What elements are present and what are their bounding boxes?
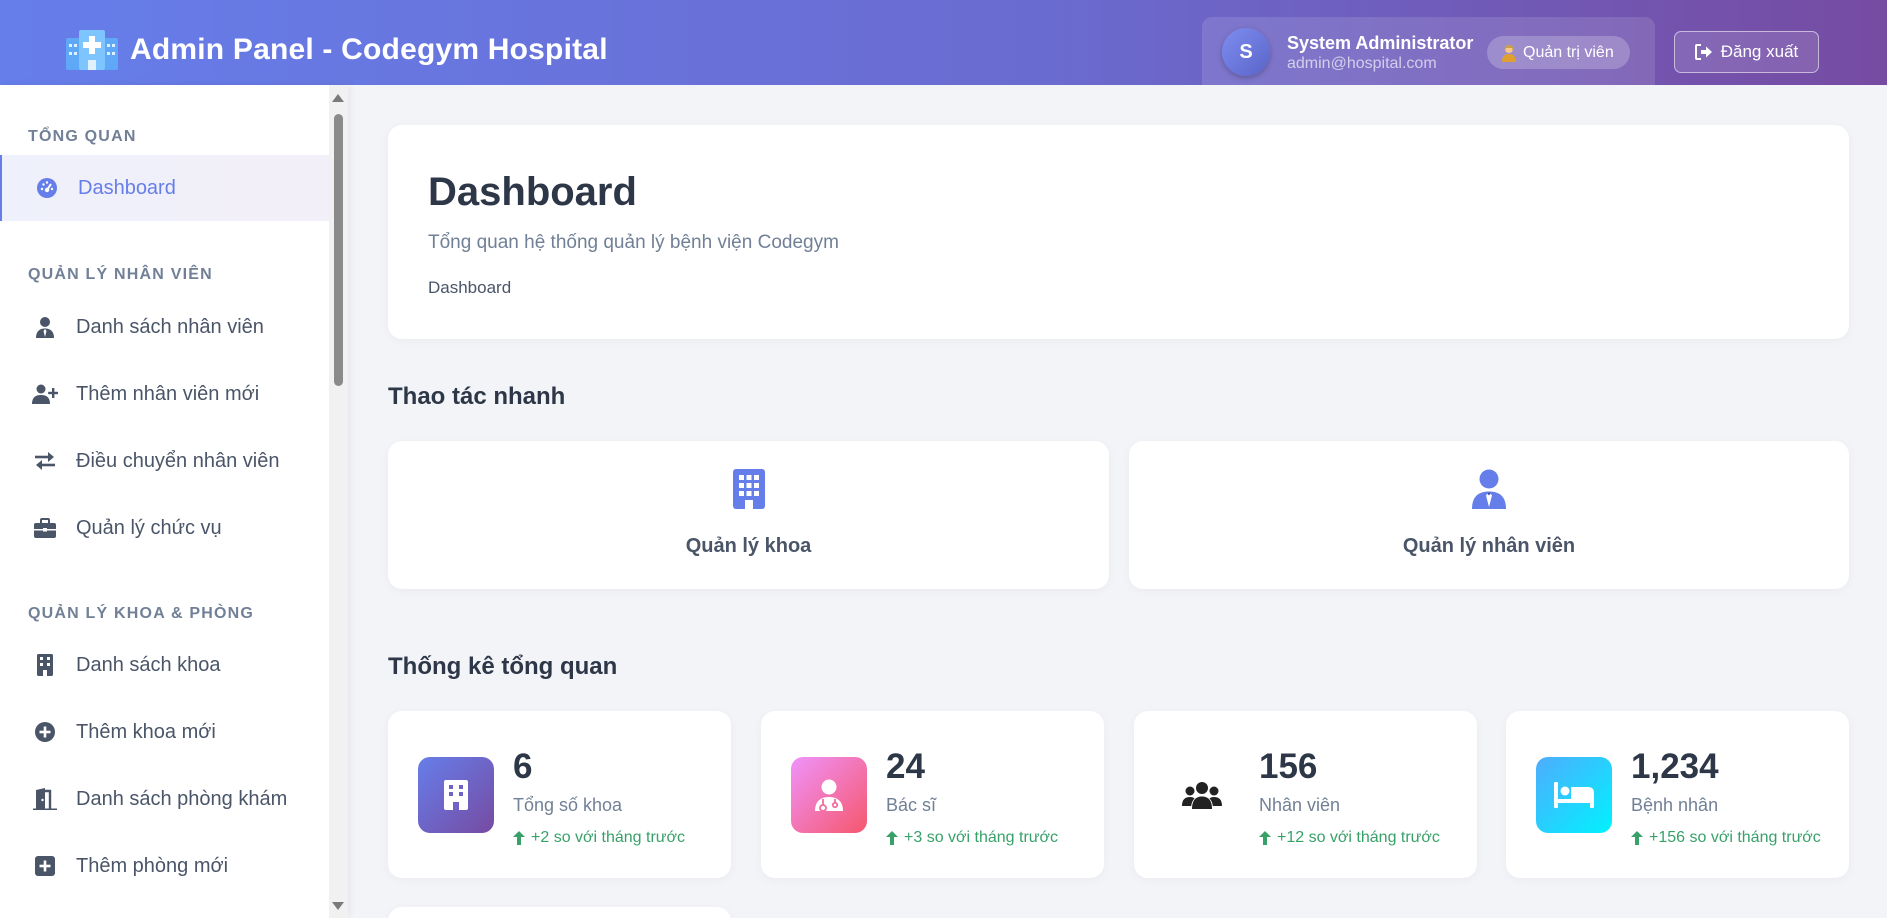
stats-title: Thống kê tổng quan bbox=[388, 653, 618, 680]
sidebar-item-department-list[interactable]: Danh sách khoa bbox=[0, 632, 329, 698]
user-profile[interactable]: S System Administrator admin@hospital.co… bbox=[1202, 17, 1655, 85]
stat-value: 156 bbox=[1259, 747, 1318, 786]
sidebar-item-label: Danh sách khoa bbox=[76, 653, 221, 676]
admin-user-icon bbox=[1502, 44, 1516, 62]
role-badge: Quản trị viên bbox=[1487, 36, 1630, 69]
user-doctor-icon bbox=[791, 757, 867, 833]
sidebar-item-add-room[interactable]: Thêm phòng mới bbox=[0, 833, 329, 899]
stat-change-text: +3 so với tháng trước bbox=[904, 829, 1058, 846]
sidebar: TỔNG QUAN Dashboard QUẢN LÝ NHÂN VIÊN Da… bbox=[0, 85, 348, 918]
sidebar-item-label: Thêm khoa mới bbox=[76, 720, 216, 743]
stat-change: +3 so với tháng trước bbox=[886, 829, 1058, 847]
stat-change: +156 so với tháng trước bbox=[1631, 829, 1821, 847]
user-email: admin@hospital.com bbox=[1287, 55, 1437, 72]
logout-label: Đăng xuất bbox=[1720, 42, 1799, 61]
logout-button[interactable]: Đăng xuất bbox=[1674, 31, 1819, 73]
sign-out-icon bbox=[1694, 44, 1712, 60]
arrow-up-icon bbox=[1259, 831, 1271, 845]
scroll-down-arrow[interactable] bbox=[332, 902, 344, 910]
sidebar-item-transfer-staff[interactable]: Điều chuyển nhân viên bbox=[0, 428, 329, 494]
user-tie-icon bbox=[1471, 469, 1507, 514]
quick-action-departments[interactable]: Quản lý khoa bbox=[388, 441, 1109, 589]
user-name: System Administrator bbox=[1287, 33, 1474, 53]
building-icon bbox=[732, 469, 765, 514]
avatar: S bbox=[1222, 28, 1270, 76]
quick-action-label: Quản lý khoa bbox=[685, 535, 812, 557]
scroll-up-arrow[interactable] bbox=[332, 94, 344, 102]
hospital-icon bbox=[66, 30, 118, 70]
stat-label: Bệnh nhân bbox=[1631, 795, 1719, 815]
stat-change-text: +156 so với tháng trước bbox=[1649, 829, 1821, 846]
arrow-up-icon bbox=[513, 831, 525, 845]
stat-card-staff[interactable]: 156 Nhân viên +12 so với tháng trước bbox=[1134, 711, 1477, 878]
gauge-icon bbox=[32, 177, 62, 199]
app-title: Admin Panel - Codegym Hospital bbox=[130, 33, 608, 66]
users-icon bbox=[1164, 757, 1240, 833]
stat-change: +12 so với tháng trước bbox=[1259, 829, 1440, 847]
quick-actions-title: Thao tác nhanh bbox=[388, 383, 566, 410]
stat-label: Nhân viên bbox=[1259, 795, 1341, 815]
role-label: Quản trị viên bbox=[1523, 43, 1614, 61]
stat-card-departments[interactable]: 6 Tổng số khoa +2 so với tháng trước bbox=[388, 711, 731, 878]
stat-card-patients[interactable]: 1,234 Bệnh nhân +156 so với tháng trước bbox=[1506, 711, 1849, 878]
section-title-staff: QUẢN LÝ NHÂN VIÊN bbox=[28, 266, 213, 283]
quick-action-label: Quản lý nhân viên bbox=[1402, 535, 1576, 557]
section-title-overview: TỔNG QUAN bbox=[28, 128, 137, 145]
exchange-icon bbox=[30, 451, 60, 471]
quick-action-staff[interactable]: Quản lý nhân viên bbox=[1129, 441, 1849, 589]
page-subtitle: Tổng quan hệ thống quản lý bệnh viện Cod… bbox=[428, 232, 839, 253]
sidebar-item-dashboard[interactable]: Dashboard bbox=[0, 155, 329, 221]
user-plus-icon bbox=[30, 384, 60, 404]
stat-value: 6 bbox=[513, 747, 533, 786]
stat-change-text: +2 so với tháng trước bbox=[531, 829, 685, 846]
building-icon bbox=[30, 654, 60, 676]
briefcase-icon bbox=[30, 518, 60, 538]
sidebar-item-add-staff[interactable]: Thêm nhân viên mới bbox=[0, 361, 329, 427]
sidebar-item-label: Danh sách nhân viên bbox=[76, 315, 264, 338]
stat-change: +2 so với tháng trước bbox=[513, 829, 685, 847]
top-header: Admin Panel - Codegym Hospital S System … bbox=[0, 0, 1887, 85]
sidebar-item-positions[interactable]: Quản lý chức vụ bbox=[0, 495, 329, 561]
building-icon bbox=[418, 757, 494, 833]
stat-card-partial bbox=[388, 907, 731, 918]
bed-icon bbox=[1536, 757, 1612, 833]
plus-circle-icon bbox=[30, 721, 60, 743]
sidebar-item-add-department[interactable]: Thêm khoa mới bbox=[0, 699, 329, 765]
stat-value: 24 bbox=[886, 747, 925, 786]
arrow-up-icon bbox=[1631, 831, 1643, 845]
sidebar-item-label: Thêm nhân viên mới bbox=[76, 382, 260, 405]
page-title: Dashboard bbox=[428, 170, 637, 214]
stat-change-text: +12 so với tháng trước bbox=[1277, 829, 1440, 846]
breadcrumb[interactable]: Dashboard bbox=[428, 278, 511, 298]
sidebar-item-clinic-list[interactable]: Danh sách phòng khám bbox=[0, 766, 329, 832]
door-open-icon bbox=[30, 788, 60, 810]
sidebar-item-label: Dashboard bbox=[78, 176, 176, 199]
stat-label: Tổng số khoa bbox=[513, 795, 623, 815]
sidebar-item-label: Thêm phòng mới bbox=[76, 854, 229, 877]
stat-card-doctors[interactable]: 24 Bác sĩ +3 so với tháng trước bbox=[761, 711, 1104, 878]
arrow-up-icon bbox=[886, 831, 898, 845]
brand[interactable]: Admin Panel - Codegym Hospital bbox=[66, 30, 608, 70]
sidebar-scrollbar[interactable] bbox=[329, 85, 348, 918]
stat-label: Bác sĩ bbox=[886, 795, 937, 815]
user-tie-icon bbox=[30, 316, 60, 338]
plus-square-icon bbox=[30, 856, 60, 876]
sidebar-item-label: Quản lý chức vụ bbox=[76, 516, 222, 539]
sidebar-item-label: Danh sách phòng khám bbox=[76, 787, 288, 810]
section-title-departments: QUẢN LÝ KHOA & PHÒNG bbox=[28, 605, 255, 622]
sidebar-item-label: Điều chuyển nhân viên bbox=[76, 449, 280, 472]
scroll-thumb[interactable] bbox=[334, 114, 343, 386]
sidebar-item-staff-list[interactable]: Danh sách nhân viên bbox=[0, 294, 329, 360]
stat-value: 1,234 bbox=[1631, 747, 1719, 786]
